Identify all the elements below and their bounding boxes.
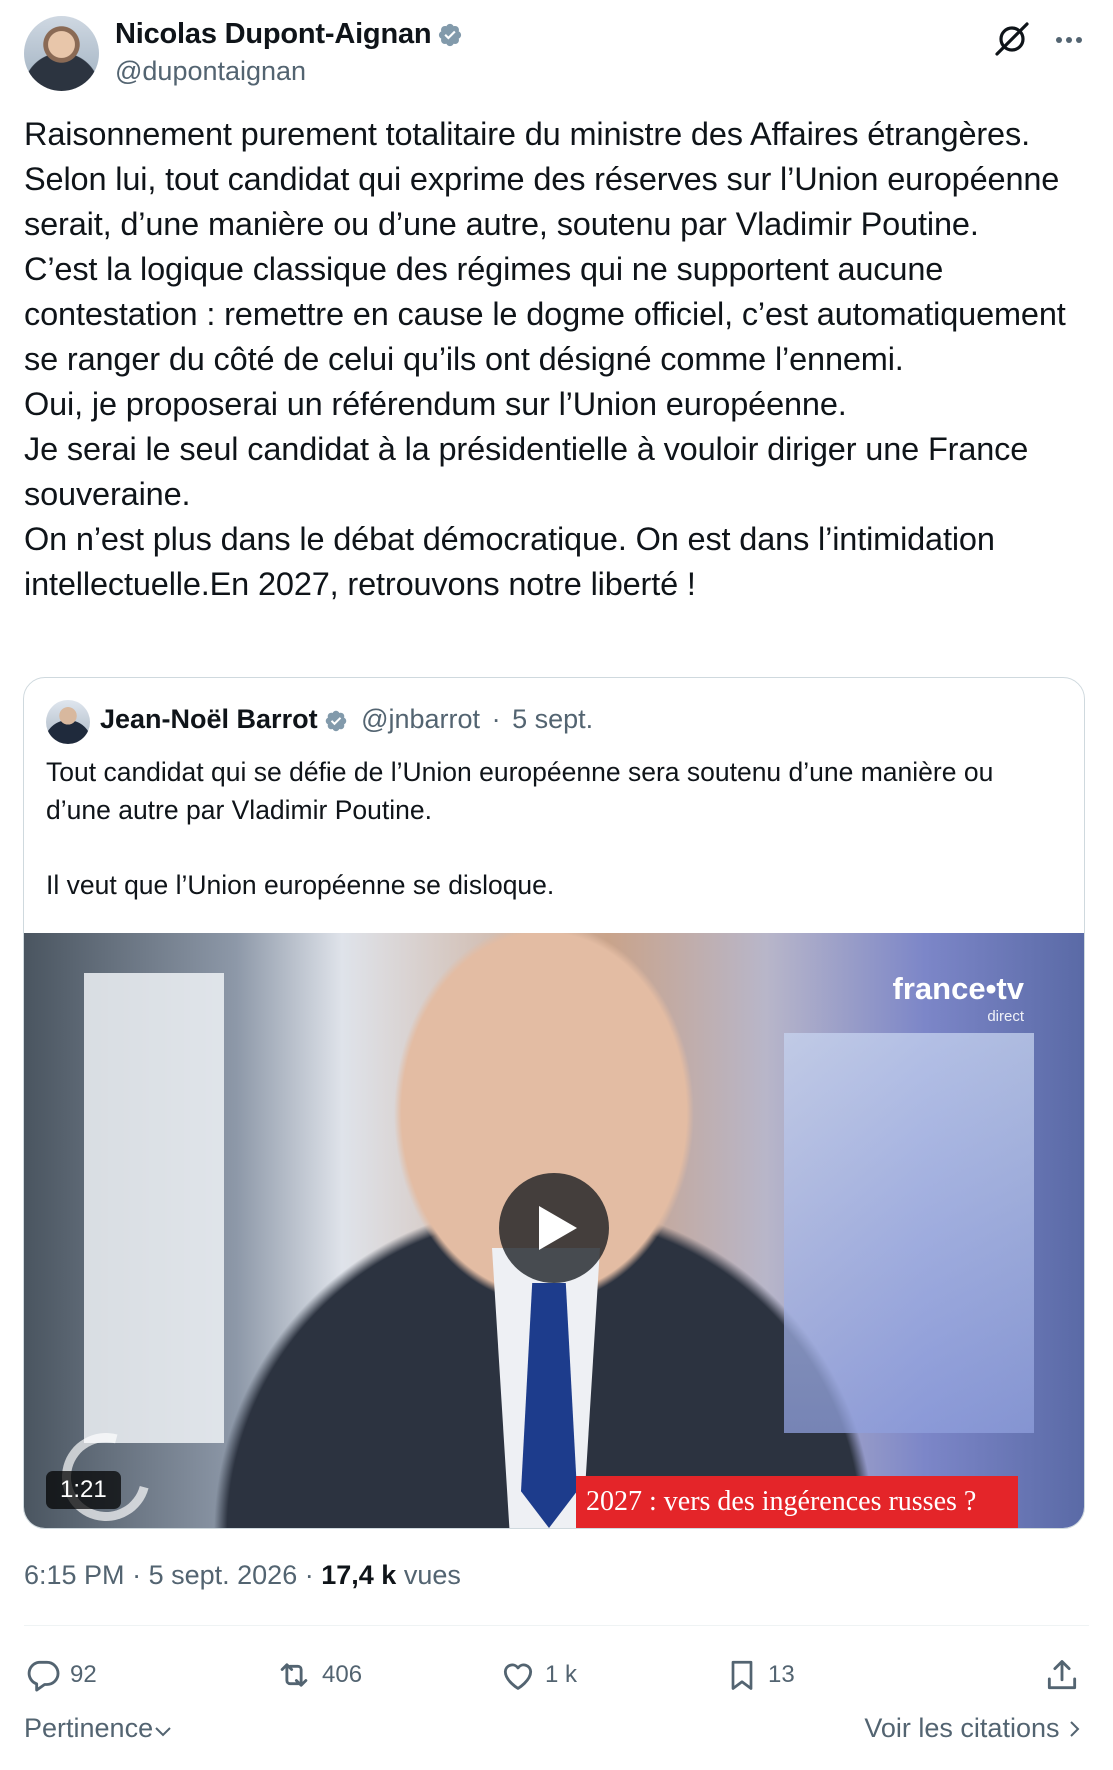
views-label: vues [403,1560,461,1590]
more-options-icon[interactable] [1049,20,1089,60]
author-name[interactable]: Nicolas Dupont-Aignan [115,18,432,50]
repost-icon [280,1663,308,1687]
chevron-right-icon [1070,1721,1080,1737]
reply-icon [27,1660,60,1692]
channel-logo-text: france•tv [892,971,1024,1006]
quoted-tweet[interactable]: Jean-Noël Barrot @jnbarrot · 5 sept. Tou… [23,677,1085,1529]
timestamp-separator-2: · [304,1560,314,1590]
video-background-window [84,973,224,1443]
channel-logo-sub: direct [987,1008,1024,1025]
sort-label: Pertinence [24,1713,154,1743]
like-count: 1 k [545,1661,578,1688]
tweet-header: Nicolas Dupont-Aignan @dupontaignan [24,16,1089,96]
quoted-tweet-text: Tout candidat qui se défie de l’Union eu… [46,757,994,900]
repost-count: 406 [322,1661,363,1688]
video-background-glass [784,1033,1034,1433]
share-icon [1047,1660,1077,1690]
views-count: 17,4 k [321,1560,397,1590]
reply-button[interactable]: 92 [24,1645,97,1705]
timestamp-separator: · [132,1560,142,1590]
tweet-time[interactable]: 6:15 PM [24,1560,125,1590]
channel-logo: france•tv direct [893,973,1024,1031]
video-player[interactable]: france•tv direct 1:21 2027 : vers des in… [24,933,1084,1528]
chevron-down-icon [155,1727,171,1737]
like-button[interactable]: 1 k [499,1645,577,1705]
play-icon [539,1206,577,1250]
view-quotes-link[interactable]: Voir les citations [864,1713,1081,1744]
play-button[interactable] [499,1173,609,1283]
quotes-link-label: Voir les citations [864,1713,1060,1743]
quoted-verified-badge-icon [325,710,346,732]
reply-count: 92 [70,1661,97,1688]
verified-badge-icon [439,23,462,47]
quoted-author-name[interactable]: Jean-Noël Barrot [100,704,318,734]
quoted-author-avatar[interactable] [46,700,90,744]
quoted-author-handle[interactable]: @jnbarrot [361,704,480,734]
quoted-tweet-header: Jean-Noël Barrot @jnbarrot · 5 sept. [100,704,593,735]
tweet-timestamp: 6:15 PM · 5 sept. 2026 · 17,4 k vues [24,1560,461,1591]
action-bar: 92 406 1 k 13 [24,1645,1089,1705]
heart-icon [503,1663,533,1690]
video-banner: 2027 : vers des ingérences russes ? [576,1476,1018,1528]
sort-dropdown[interactable]: Pertinence [24,1713,173,1744]
video-duration: 1:21 [46,1471,121,1509]
bookmark-count: 13 [768,1661,795,1688]
quoted-date[interactable]: 5 sept. [512,704,593,734]
bookmark-button[interactable]: 13 [724,1645,795,1705]
tweet-date[interactable]: 5 sept. 2026 [149,1560,298,1590]
share-button[interactable] [1043,1645,1089,1705]
bookmark-icon [731,1660,753,1690]
tweet-text: Raisonnement purement totalitaire du min… [24,116,1066,602]
grok-icon[interactable] [991,18,1033,60]
repost-button[interactable]: 406 [274,1645,362,1705]
author-avatar[interactable] [24,16,99,91]
author-name-row[interactable]: Nicolas Dupont-Aignan [115,18,463,51]
author-handle[interactable]: @dupontaignan [115,56,306,87]
divider [24,1625,1089,1626]
quoted-separator: · [491,704,501,734]
